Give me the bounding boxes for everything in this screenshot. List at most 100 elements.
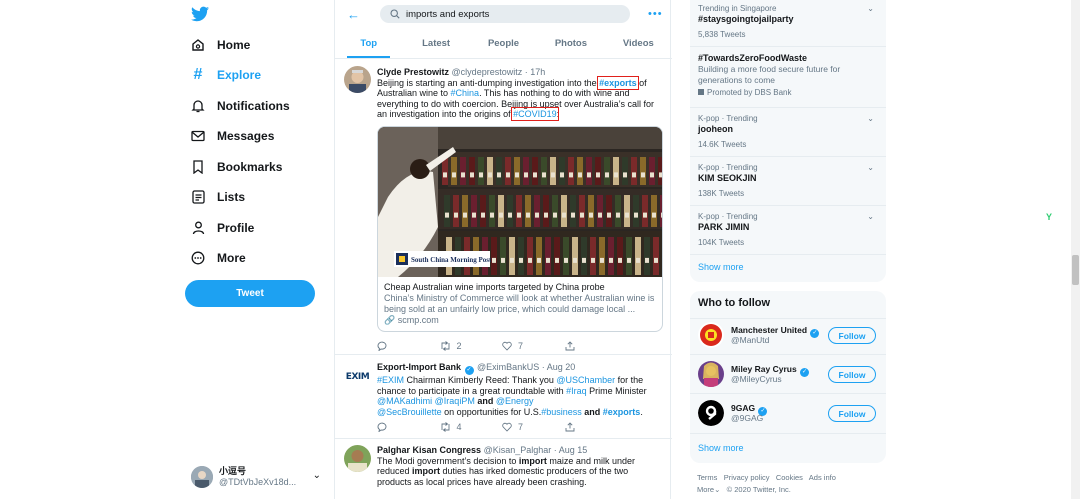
follow-suggestion[interactable]: Miley Ray Cyrus ✓ @MileyCyrus Follow bbox=[698, 360, 880, 390]
nav-profile[interactable]: Profile bbox=[190, 218, 254, 238]
footer-terms-link[interactable]: Terms bbox=[697, 473, 717, 482]
tweet-avatar[interactable] bbox=[344, 445, 371, 472]
tweet-button[interactable]: Tweet bbox=[185, 280, 315, 307]
chevron-down-icon[interactable]: ⌄ bbox=[867, 162, 874, 173]
tweet-time[interactable]: · Aug 20 bbox=[542, 362, 576, 372]
back-arrow-icon[interactable]: ← bbox=[347, 7, 360, 22]
avatar bbox=[698, 322, 724, 348]
tab-top[interactable]: Top bbox=[335, 28, 402, 58]
footer-privacy-link[interactable]: Privacy policy bbox=[724, 473, 770, 482]
tweet[interactable]: Palghar Kisan Congress @Kisan_Palghar · … bbox=[335, 439, 672, 499]
nav-home[interactable]: Home bbox=[190, 35, 250, 55]
tab-videos[interactable]: Videos bbox=[605, 28, 672, 58]
nav-more[interactable]: More bbox=[190, 248, 246, 268]
tweet[interactable]: EXIM Export-Import Bank ✓ @EximBankUS · … bbox=[335, 355, 672, 439]
page-scrollbar[interactable] bbox=[1071, 0, 1080, 499]
follow-button[interactable]: Follow bbox=[828, 327, 876, 344]
retweet-icon bbox=[441, 422, 449, 432]
chevron-down-icon: ⌄ bbox=[312, 470, 321, 481]
trend-item[interactable]: #TowardsZeroFoodWaste Building a more fo… bbox=[698, 53, 880, 98]
tab-people[interactable]: People bbox=[470, 28, 537, 58]
nav-messages[interactable]: Messages bbox=[190, 126, 274, 146]
tweet-author-handle: @EximBankUS bbox=[477, 362, 540, 372]
share-button[interactable] bbox=[565, 340, 628, 352]
tweet-author-name[interactable]: Export-Import Bank bbox=[377, 362, 461, 372]
tweet-author-name[interactable]: Clyde Prestowitz bbox=[377, 67, 449, 77]
trend-item[interactable]: K-pop · Trending jooheon 14.6K Tweets ⌄ bbox=[698, 113, 880, 150]
nav-notifications[interactable]: Notifications bbox=[190, 96, 290, 116]
trend-context: K-pop · Trending bbox=[698, 212, 758, 221]
nav-home-label: Home bbox=[217, 38, 251, 52]
user-handle: @9GAG bbox=[731, 413, 764, 423]
hashtag-link[interactable]: #business bbox=[541, 407, 582, 417]
mention-link[interactable]: @IraqiPM bbox=[435, 396, 475, 406]
nav-explore[interactable]: # Explore bbox=[190, 65, 261, 85]
trends-show-more-link[interactable]: Show more bbox=[698, 262, 744, 272]
nav-bookmarks[interactable]: Bookmarks bbox=[190, 157, 282, 177]
more-circle-icon bbox=[190, 250, 206, 266]
hashtag-link[interactable]: #exports bbox=[597, 75, 639, 90]
retweet-button[interactable]: 2 bbox=[440, 340, 503, 352]
trend-item[interactable]: Trending in Singapore #staysgoingtojailp… bbox=[698, 3, 880, 40]
trend-title: KIM SEOKJIN bbox=[698, 173, 757, 183]
nav-lists-label: Lists bbox=[217, 190, 246, 204]
link-card[interactable]: South China Morning Post Cheap Australia… bbox=[377, 126, 663, 332]
tab-photos[interactable]: Photos bbox=[537, 28, 604, 58]
exim-logo: EXIM bbox=[345, 371, 370, 382]
chevron-down-icon[interactable]: ⌄ bbox=[867, 113, 874, 124]
mention-link[interactable]: @MAKadhimi bbox=[377, 396, 432, 406]
tweet-avatar[interactable] bbox=[344, 66, 371, 93]
account-switcher[interactable]: 小逗号 @TDtVbJeXv18d... ⌄ bbox=[191, 464, 331, 490]
footer-more-link[interactable]: More bbox=[697, 485, 714, 494]
hashtag-link[interactable]: #China bbox=[451, 88, 480, 98]
chevron-down-icon[interactable]: ⌄ bbox=[867, 211, 874, 222]
hashtag-link[interactable]: #EXIM bbox=[377, 375, 404, 385]
hashtag-link[interactable]: #COVID19 bbox=[511, 107, 559, 121]
mention-link[interactable]: @SecBrouillette bbox=[377, 407, 442, 417]
retweet-button[interactable]: 4 bbox=[440, 421, 503, 433]
chevron-down-icon[interactable]: ⌄ bbox=[867, 3, 874, 14]
nav-profile-label: Profile bbox=[217, 221, 255, 235]
promoted-icon bbox=[698, 89, 704, 95]
share-button[interactable] bbox=[565, 421, 628, 433]
home-icon bbox=[190, 37, 206, 53]
reply-button[interactable] bbox=[377, 421, 440, 433]
follow-suggestion[interactable]: Manchester United ✓ @ManUtd Follow bbox=[698, 321, 880, 351]
follow-button[interactable]: Follow bbox=[828, 405, 876, 422]
like-button[interactable]: 7 bbox=[502, 421, 565, 433]
tweet-author-name[interactable]: Palghar Kisan Congress bbox=[377, 445, 481, 455]
trends-panel: Trending in Singapore #staysgoingtojailp… bbox=[690, 0, 886, 282]
twitter-bird-icon[interactable] bbox=[191, 6, 209, 22]
nav-lists[interactable]: Lists bbox=[190, 187, 245, 207]
more-options-icon[interactable]: ••• bbox=[648, 8, 663, 20]
follow-show-more-link[interactable]: Show more bbox=[698, 443, 744, 453]
scrollbar-thumb[interactable] bbox=[1072, 255, 1079, 285]
extension-icon[interactable]: Y bbox=[1046, 212, 1052, 222]
reply-icon bbox=[377, 341, 387, 351]
mention-link[interactable]: @Energy bbox=[496, 396, 534, 406]
nav-explore-label: Explore bbox=[217, 68, 262, 82]
tweet-time[interactable]: · 17h bbox=[525, 67, 546, 77]
follow-suggestion[interactable]: 9GAG ✓ @9GAG Follow bbox=[698, 399, 880, 429]
footer-cookies-link[interactable]: Cookies bbox=[776, 473, 803, 482]
tweet[interactable]: Clyde Prestowitz @clydeprestowitz · 17h … bbox=[335, 59, 672, 355]
card-image: South China Morning Post bbox=[378, 127, 662, 277]
hashtag-link[interactable]: #Iraq bbox=[566, 386, 587, 396]
heart-icon bbox=[502, 341, 512, 351]
trend-item[interactable]: K-pop · Trending KIM SEOKJIN 138K Tweets… bbox=[698, 162, 880, 199]
like-button[interactable]: 7 bbox=[502, 340, 565, 352]
follow-button[interactable]: Follow bbox=[828, 366, 876, 383]
trend-item[interactable]: K-pop · Trending PARK JIMIN 104K Tweets … bbox=[698, 211, 880, 248]
tweet-time[interactable]: · Aug 15 bbox=[554, 445, 588, 455]
reply-button[interactable] bbox=[377, 340, 440, 352]
nav-messages-label: Messages bbox=[217, 129, 275, 143]
search-icon bbox=[390, 9, 400, 19]
hashtag-link[interactable]: #exports bbox=[603, 407, 641, 417]
trend-title: jooheon bbox=[698, 124, 733, 134]
tweet-avatar[interactable]: EXIM bbox=[344, 363, 371, 390]
footer-ads-link[interactable]: Ads info bbox=[809, 473, 836, 482]
search-input[interactable]: imports and exports bbox=[380, 5, 630, 23]
mention-link[interactable]: @USChamber bbox=[556, 375, 615, 385]
tweet-author-handle: @clydeprestowitz bbox=[451, 67, 523, 77]
tab-latest[interactable]: Latest bbox=[402, 28, 469, 58]
